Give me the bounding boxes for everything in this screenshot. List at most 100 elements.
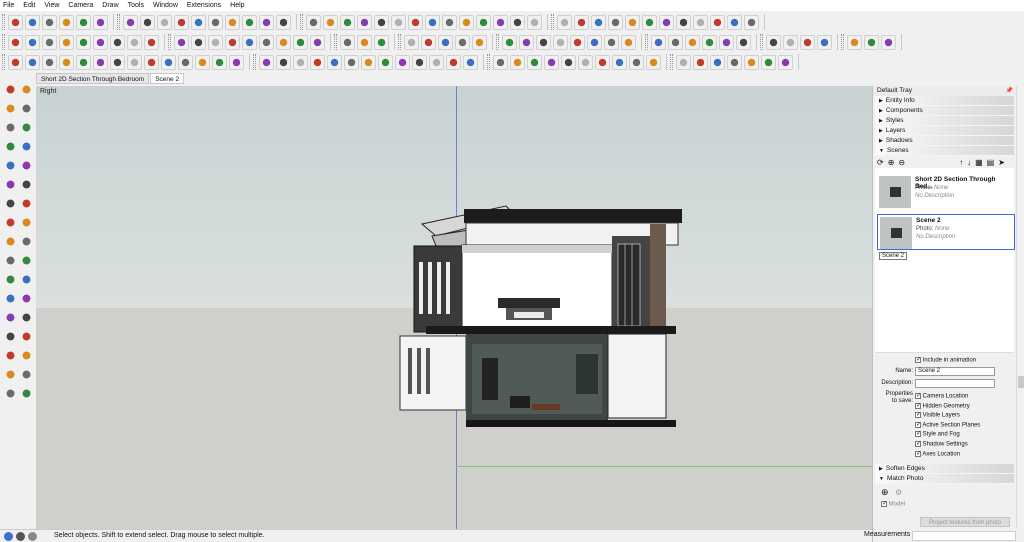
tool-button-icon[interactable] — [276, 34, 291, 50]
pin-icon[interactable]: 📌 — [1006, 86, 1013, 96]
menu-extensions[interactable]: Extensions — [187, 0, 221, 11]
model-checkbox[interactable]: Model — [881, 501, 905, 508]
panel-layers[interactable]: ▶ Layers — [875, 126, 1014, 136]
credits-icon[interactable] — [16, 532, 25, 541]
tool-button-icon[interactable] — [59, 14, 74, 30]
move-down-icon[interactable]: ↓ — [967, 158, 971, 167]
tool-button-icon[interactable] — [727, 54, 742, 70]
tool-button-icon[interactable] — [344, 54, 359, 70]
tool-button-icon[interactable] — [612, 54, 627, 70]
tool-button-icon[interactable] — [404, 34, 419, 50]
tool-button-icon[interactable] — [574, 14, 589, 30]
tool-button-icon[interactable] — [306, 14, 321, 30]
model-viewport[interactable]: Right — [36, 86, 872, 529]
menu-draw[interactable]: Draw — [102, 0, 118, 11]
property-checkbox-row[interactable]: Visible Layers — [915, 412, 960, 419]
panel-match-photo[interactable]: ▼ Match Photo — [875, 474, 1014, 484]
large-tool-icon[interactable] — [20, 159, 33, 172]
details-arrow-icon[interactable]: ➤ — [998, 158, 1005, 167]
toolbar-grip[interactable] — [2, 14, 5, 30]
toolbar-grip[interactable] — [253, 54, 256, 70]
toolbar-grip[interactable] — [300, 14, 303, 30]
menu-view[interactable]: View — [44, 0, 59, 11]
tool-button-icon[interactable] — [276, 14, 291, 30]
tool-button-icon[interactable] — [374, 14, 389, 30]
tool-button-icon[interactable] — [693, 14, 708, 30]
scene-tab-2[interactable]: Scene 2 — [150, 73, 185, 84]
measurements-input[interactable] — [912, 531, 1016, 541]
tool-button-icon[interactable] — [323, 14, 338, 30]
tool-button-icon[interactable] — [621, 34, 636, 50]
settings-icon[interactable]: ⚙ — [895, 488, 902, 497]
large-tool-icon[interactable] — [20, 102, 33, 115]
tool-button-icon[interactable] — [817, 34, 832, 50]
tool-button-icon[interactable] — [293, 34, 308, 50]
tool-button-icon[interactable] — [157, 14, 172, 30]
property-checkbox-row[interactable]: Camera Location — [915, 393, 968, 400]
toolbar-grip[interactable] — [168, 34, 171, 50]
toolbar-grip[interactable] — [670, 54, 673, 70]
tool-button-icon[interactable] — [357, 14, 372, 30]
large-tool-icon[interactable] — [20, 349, 33, 362]
tool-button-icon[interactable] — [191, 14, 206, 30]
toolbar-grip[interactable] — [760, 34, 763, 50]
toolbar-grip[interactable] — [487, 54, 490, 70]
menu-window[interactable]: Window — [153, 0, 178, 11]
property-checkbox-row[interactable]: Hidden Geometry — [915, 402, 970, 409]
tool-button-icon[interactable] — [76, 54, 91, 70]
tool-button-icon[interactable] — [225, 34, 240, 50]
panel-scenes[interactable]: ▼ Scenes — [875, 146, 1014, 156]
large-tool-icon[interactable] — [20, 216, 33, 229]
tool-button-icon[interactable] — [259, 54, 274, 70]
house-section-model[interactable] — [36, 86, 872, 529]
large-tool-icon[interactable] — [20, 197, 33, 210]
tool-button-icon[interactable] — [642, 14, 657, 30]
toolbar-grip[interactable] — [2, 34, 5, 50]
large-tool-icon[interactable] — [4, 311, 17, 324]
large-tool-icon[interactable] — [4, 349, 17, 362]
tool-button-icon[interactable] — [212, 54, 227, 70]
tool-button-icon[interactable] — [340, 14, 355, 30]
tool-button-icon[interactable] — [259, 14, 274, 30]
large-tool-icon[interactable] — [4, 140, 17, 153]
toolbar-grip[interactable] — [398, 34, 401, 50]
property-checkbox-row[interactable]: Style and Fog — [915, 431, 960, 438]
tool-button-icon[interactable] — [608, 14, 623, 30]
geo-location-icon[interactable] — [4, 532, 13, 541]
large-tool-icon[interactable] — [20, 273, 33, 286]
menu-edit[interactable]: Edit — [23, 0, 35, 11]
large-tool-icon[interactable] — [20, 330, 33, 343]
tool-button-icon[interactable] — [229, 54, 244, 70]
large-tool-icon[interactable] — [20, 387, 33, 400]
tool-button-icon[interactable] — [578, 54, 593, 70]
panel-entity-info[interactable]: ▶ Entity Info — [875, 96, 1014, 106]
tool-button-icon[interactable] — [557, 14, 572, 30]
large-tool-icon[interactable] — [20, 311, 33, 324]
tool-button-icon[interactable] — [140, 14, 155, 30]
large-tool-icon[interactable] — [4, 292, 17, 305]
tool-button-icon[interactable] — [327, 54, 342, 70]
large-tool-icon[interactable] — [4, 330, 17, 343]
tool-button-icon[interactable] — [442, 14, 457, 30]
large-tool-icon[interactable] — [20, 368, 33, 381]
menu-tools[interactable]: Tools — [128, 0, 144, 11]
large-tool-icon[interactable] — [4, 159, 17, 172]
tool-button-icon[interactable] — [42, 34, 57, 50]
toolbar-grip[interactable] — [496, 34, 499, 50]
tool-button-icon[interactable] — [651, 34, 666, 50]
toolbar-grip[interactable] — [334, 34, 337, 50]
large-tool-icon[interactable] — [4, 235, 17, 248]
tool-button-icon[interactable] — [744, 54, 759, 70]
tool-button-icon[interactable] — [527, 54, 542, 70]
tool-button-icon[interactable] — [425, 14, 440, 30]
tool-button-icon[interactable] — [676, 54, 691, 70]
tool-button-icon[interactable] — [93, 34, 108, 50]
tool-button-icon[interactable] — [59, 34, 74, 50]
tool-button-icon[interactable] — [536, 34, 551, 50]
large-tool-icon[interactable] — [4, 83, 17, 96]
tool-button-icon[interactable] — [25, 54, 40, 70]
tool-button-icon[interactable] — [195, 54, 210, 70]
tool-button-icon[interactable] — [510, 54, 525, 70]
tool-button-icon[interactable] — [8, 54, 23, 70]
tool-button-icon[interactable] — [110, 54, 125, 70]
